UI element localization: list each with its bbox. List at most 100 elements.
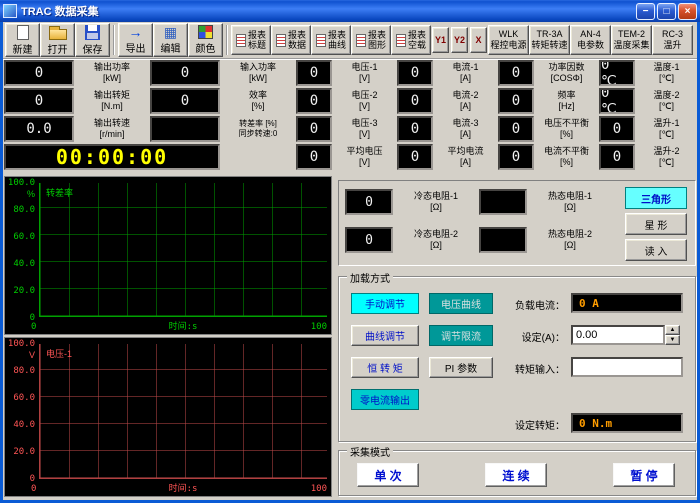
name-line: 功率因数 xyxy=(548,62,584,73)
unit-line: [COSΦ] xyxy=(551,73,583,84)
name-line: 电压不平衡 xyxy=(544,118,589,129)
label-line: 电参数 xyxy=(577,40,604,51)
single-acquisition-button[interactable]: 单 次 xyxy=(357,463,419,487)
label-line: 转矩转速 xyxy=(531,40,567,51)
x-axis-label: 时间:s xyxy=(39,481,327,494)
unit-line: [A] xyxy=(460,129,471,140)
button-label: 颜色 xyxy=(196,40,216,55)
maximize-button[interactable]: □ xyxy=(657,3,676,20)
device-electric-params-button[interactable]: AN-4 电参数 xyxy=(570,25,611,55)
set-current-input[interactable] xyxy=(571,325,665,345)
export-button[interactable]: → 导出 xyxy=(118,23,153,57)
read-in-button[interactable]: 读 入 xyxy=(625,239,687,261)
close-button[interactable]: × xyxy=(678,3,697,20)
label-temperature-2: 温度-2 [℃] xyxy=(637,88,696,114)
report-icon xyxy=(276,34,286,47)
name-line: 输出转速 xyxy=(94,118,130,129)
pause-acquisition-button[interactable]: 暂 停 xyxy=(613,463,675,487)
curve-adjust-button[interactable]: 曲线调节 xyxy=(351,325,419,346)
axis-y1-button[interactable]: Y1 xyxy=(432,27,449,53)
name-line: 平均电流 xyxy=(447,146,483,157)
edit-grid-icon: ▦ xyxy=(164,25,177,39)
constant-torque-button[interactable]: 恒 转 矩 xyxy=(351,357,419,378)
device-wlk-power-button[interactable]: WLK 程控电源 xyxy=(488,25,529,55)
minimize-button[interactable]: − xyxy=(636,3,655,20)
y-axis-tick: 20.0 xyxy=(5,447,35,457)
unit-line: [V] xyxy=(359,157,370,168)
name-line: 电流-1 xyxy=(452,62,478,73)
display-current-2: 0 xyxy=(397,88,433,114)
adjust-current-limit-button[interactable]: 调节限流 xyxy=(429,325,493,346)
manual-adjust-button[interactable]: 手动调节 xyxy=(351,293,419,314)
device-torque-speed-button[interactable]: TR-3A 转矩转速 xyxy=(529,25,570,55)
display-current-1: 0 xyxy=(397,60,433,86)
spin-up-icon[interactable]: ▲ xyxy=(665,325,680,335)
group-title: 采集模式 xyxy=(347,444,393,459)
label-frequency: 频率 [Hz] xyxy=(536,88,597,114)
report-icon xyxy=(236,34,246,47)
report-data-button[interactable]: 报表 数据 xyxy=(271,25,311,55)
button-label: 报表 标题 xyxy=(248,30,266,51)
new-file-icon xyxy=(17,25,29,40)
titlebar: TRAC 数据采集 − □ × xyxy=(0,0,700,22)
label-line: 标题 xyxy=(248,40,266,50)
report-title-button[interactable]: 报表 标题 xyxy=(231,25,271,55)
device-temperature-button[interactable]: TEM-2 温度采集 xyxy=(611,25,652,55)
name-line: 热态电阻-2 xyxy=(548,229,592,240)
label-efficiency: 效率 [%] xyxy=(222,88,294,114)
open-folder-icon xyxy=(49,29,67,40)
label-output-power: 输出功率 [kW] xyxy=(76,60,148,86)
label-cold-resistance-2: 冷态电阻-2 [Ω] xyxy=(395,227,477,253)
label-line: WLK xyxy=(499,29,519,40)
voltage-curve-button[interactable]: 电压曲线 xyxy=(429,293,493,314)
label-line: 温度采集 xyxy=(613,40,649,51)
set-current-spinner[interactable]: ▲ ▼ xyxy=(665,325,680,345)
edit-button[interactable]: ▦ 编辑 xyxy=(153,23,188,57)
unit-line: [Hz] xyxy=(558,101,574,112)
axis-y2-button[interactable]: Y2 xyxy=(451,27,468,53)
label-line: 报表 xyxy=(288,30,306,40)
name-line: 热态电阻-1 xyxy=(548,191,592,202)
unit-line: [kW] xyxy=(103,73,121,84)
unit-line: [V] xyxy=(359,129,370,140)
set-torque-display: 0 N.m xyxy=(571,413,683,433)
label-output-torque: 输出转矩 [N.m] xyxy=(76,88,148,114)
display-output-power: 0 xyxy=(4,60,74,86)
name-line: 电流不平衡 xyxy=(544,146,589,157)
pi-parameters-button[interactable]: PI 参数 xyxy=(429,357,493,378)
report-noload-button[interactable]: 报表 空载 xyxy=(391,25,431,55)
color-button[interactable]: 颜色 xyxy=(188,23,223,57)
label-avg-voltage: 平均电压 [V] xyxy=(334,144,395,170)
star-connection-button[interactable]: 星 形 xyxy=(625,213,687,235)
display-temperature-1: 0 ℃ xyxy=(599,60,635,86)
zero-current-output-button[interactable]: 零电流输出 xyxy=(351,389,419,410)
open-button[interactable]: 打开 xyxy=(40,23,75,57)
report-graph-button[interactable]: 报表 图形 xyxy=(351,25,391,55)
name-line: 同步转速:0 xyxy=(239,129,278,139)
spacer-cell xyxy=(222,144,294,170)
display-cold-resistance-2: 0 xyxy=(345,227,393,253)
label-cold-resistance-1: 冷态电阻-1 [Ω] xyxy=(395,189,477,215)
plot-area: 电压-1 xyxy=(39,344,327,479)
display-cold-resistance-1: 0 xyxy=(345,189,393,215)
spin-down-icon[interactable]: ▼ xyxy=(665,335,680,345)
axis-x-button[interactable]: X xyxy=(470,27,487,53)
label-line: AN-4 xyxy=(580,29,601,40)
device-temp-rise-button[interactable]: RC-3 温升 xyxy=(652,25,693,55)
y-axis-tick: 60.0 xyxy=(5,393,35,403)
save-button[interactable]: 保存 xyxy=(75,23,110,57)
report-curve-button[interactable]: 报表 曲线 xyxy=(311,25,351,55)
label-temperature-1: 温度-1 [℃] xyxy=(637,60,696,86)
label-hot-resistance-1: 热态电阻-1 [Ω] xyxy=(529,189,611,215)
display-current-unbalance: 0 xyxy=(498,144,534,170)
torque-input[interactable] xyxy=(571,357,683,377)
new-button[interactable]: 新建 xyxy=(5,23,40,57)
label-line: 报表 xyxy=(248,30,266,40)
continuous-acquisition-button[interactable]: 连 续 xyxy=(485,463,547,487)
plot-area: 转差率 xyxy=(39,183,327,317)
unit-line: [℃] xyxy=(659,101,674,112)
unit-line: [℃] xyxy=(659,73,674,84)
set-current-label: 设定(A)： xyxy=(497,329,565,344)
delta-connection-button[interactable]: 三角形 xyxy=(625,187,687,209)
group-title: 加载方式 xyxy=(347,270,393,285)
